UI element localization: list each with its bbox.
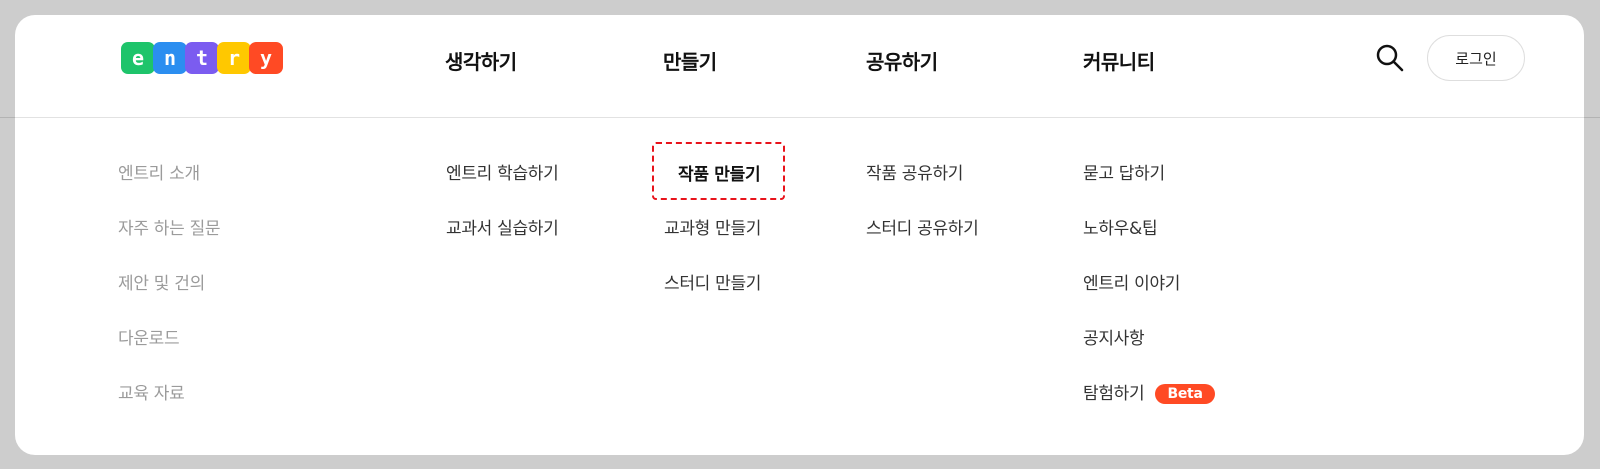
submenu-item-study-make[interactable]: 스터디 만들기 (664, 269, 761, 324)
submenu-community: 묻고 답하기 노하우&팁 엔트리 이야기 공지사항 탐험하기 Beta (1083, 159, 1215, 434)
submenu-item-notice[interactable]: 공지사항 (1083, 324, 1215, 379)
submenu-item-make-project[interactable]: 작품 만들기 (652, 142, 785, 200)
background-divider-right (1582, 117, 1600, 118)
navigation-panel: e n t r y 생각하기 만들기 공유하기 커뮤니티 로그인 엔트리 소개 … (15, 15, 1584, 455)
svg-text:r: r (228, 46, 240, 70)
submenu-think: 엔트리 학습하기 교과서 실습하기 (446, 159, 559, 269)
submenu-make: 교과형 만들기 스터디 만들기 (664, 214, 761, 324)
search-icon[interactable] (1375, 43, 1405, 73)
submenu-item-download[interactable]: 다운로드 (118, 324, 220, 379)
submenu-share: 작품 공유하기 스터디 공유하기 (866, 159, 979, 269)
svg-text:y: y (260, 46, 272, 70)
logo-tile-r: r (217, 42, 251, 74)
submenu-item-qna[interactable]: 묻고 답하기 (1083, 159, 1215, 214)
submenu-item-explore-label: 탐험하기 (1083, 384, 1145, 404)
nav-make[interactable]: 만들기 (663, 46, 717, 75)
svg-text:n: n (164, 46, 176, 70)
submenu-item-explore[interactable]: 탐험하기 Beta (1083, 379, 1215, 434)
beta-badge: Beta (1155, 384, 1215, 404)
nav-share[interactable]: 공유하기 (866, 46, 938, 75)
submenu-item-textbook-practice[interactable]: 교과서 실습하기 (446, 214, 559, 269)
background-divider-left (0, 117, 16, 118)
submenu-item-textbook-make[interactable]: 교과형 만들기 (664, 214, 761, 269)
entry-logo[interactable]: e n t r y (121, 41, 285, 75)
submenu-item-learn-entry[interactable]: 엔트리 학습하기 (446, 159, 559, 214)
login-button[interactable]: 로그인 (1427, 35, 1525, 81)
submenu-about: 엔트리 소개 자주 하는 질문 제안 및 건의 다운로드 교육 자료 (118, 159, 221, 434)
logo-tile-n: n (153, 42, 187, 74)
submenu-item-share-study[interactable]: 스터디 공유하기 (866, 214, 979, 269)
submenu-item-faq[interactable]: 자주 하는 질문 (118, 214, 221, 269)
submenu-item-entry-story[interactable]: 엔트리 이야기 (1083, 269, 1215, 324)
submenu-item-entry-intro[interactable]: 엔트리 소개 (118, 159, 220, 214)
submenu-item-suggestions[interactable]: 제안 및 건의 (118, 269, 220, 324)
svg-text:t: t (196, 46, 208, 70)
svg-text:e: e (132, 46, 144, 70)
logo-tile-y: y (249, 42, 283, 74)
logo-tile-e: e (121, 42, 155, 74)
logo-tile-t: t (185, 42, 219, 74)
nav-think[interactable]: 생각하기 (445, 46, 517, 75)
submenu-item-share-project[interactable]: 작품 공유하기 (866, 159, 978, 214)
submenu-item-education-material[interactable]: 교육 자료 (118, 379, 220, 434)
page: e n t r y 생각하기 만들기 공유하기 커뮤니티 로그인 엔트리 소개 … (0, 0, 1600, 469)
nav-community[interactable]: 커뮤니티 (1083, 46, 1155, 75)
header: e n t r y 생각하기 만들기 공유하기 커뮤니티 로그인 (15, 15, 1584, 118)
submenu-item-knowhow-tips[interactable]: 노하우&팁 (1083, 214, 1215, 269)
